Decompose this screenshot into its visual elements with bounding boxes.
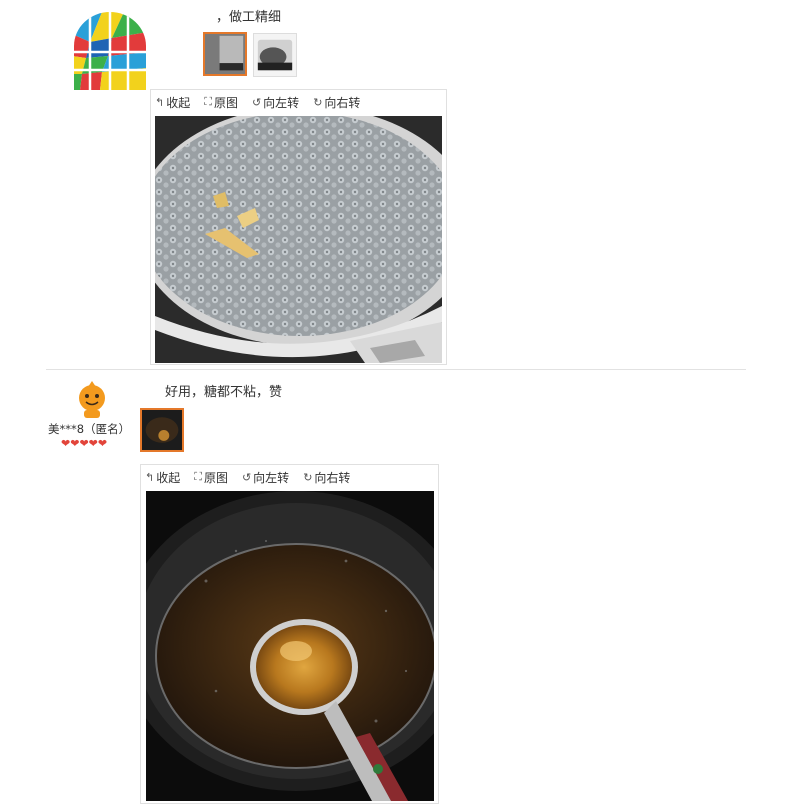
- avatar: [72, 379, 112, 419]
- original-image-button[interactable]: ⛶ 原图: [204, 94, 238, 111]
- heart-icon: ❤: [79, 437, 89, 450]
- rotate-left-button[interactable]: ↺ 向左转: [242, 469, 289, 486]
- rotate-right-icon: ↻: [313, 95, 323, 109]
- rotate-right-icon: ↻: [303, 470, 313, 484]
- username: 美***8（匿名）: [48, 422, 131, 436]
- viewer-toolbar: ↰ 收起 ⛶ 原图 ↺ 向左转 ↻ 向右转: [151, 90, 446, 114]
- viewer-toolbar: ↰ 收起 ⛶ 原图 ↺ 向左转 ↻ 向右转: [141, 465, 438, 489]
- heart-icon: ❤: [97, 437, 108, 450]
- heart-icon: ❤: [88, 437, 98, 450]
- collapse-arrow-icon: ↰: [145, 470, 155, 484]
- image-viewer: ↰ 收起 ⛶ 原图 ↺ 向左转 ↻ 向右转: [150, 89, 447, 365]
- rotate-right-button[interactable]: ↻ 向右转: [303, 469, 350, 486]
- review-photo[interactable]: [155, 116, 442, 363]
- expand-icon: ⛶: [204, 95, 212, 108]
- review-thumbnail[interactable]: [253, 33, 297, 77]
- rating-hearts: ❤ ❤ ❤ ❤ ❤: [61, 438, 107, 449]
- heart-icon: ❤: [61, 437, 71, 450]
- rotate-left-icon: ↺: [251, 95, 262, 109]
- review-text: 好用，糖都不粘，赞: [165, 385, 283, 400]
- review-text: ，做工精细: [216, 10, 282, 25]
- review-photo[interactable]: [146, 491, 434, 801]
- review-thumbnail[interactable]: [140, 408, 184, 452]
- store-logo: [72, 12, 148, 90]
- rotate-right-button[interactable]: ↻ 向右转: [313, 94, 360, 111]
- rotate-left-icon: ↺: [241, 470, 252, 484]
- expand-icon: ⛶: [194, 470, 202, 483]
- rotate-left-button[interactable]: ↺ 向左转: [252, 94, 299, 111]
- collapse-button[interactable]: ↰ 收起: [145, 469, 180, 486]
- original-image-button[interactable]: ⛶ 原图: [194, 469, 228, 486]
- review-divider: [46, 369, 746, 370]
- review-thumbnail[interactable]: [203, 32, 247, 76]
- image-viewer: ↰ 收起 ⛶ 原图 ↺ 向左转 ↻ 向右转: [140, 464, 439, 804]
- collapse-arrow-icon: ↰: [155, 95, 165, 109]
- collapse-button[interactable]: ↰ 收起: [155, 94, 190, 111]
- heart-icon: ❤: [70, 437, 80, 450]
